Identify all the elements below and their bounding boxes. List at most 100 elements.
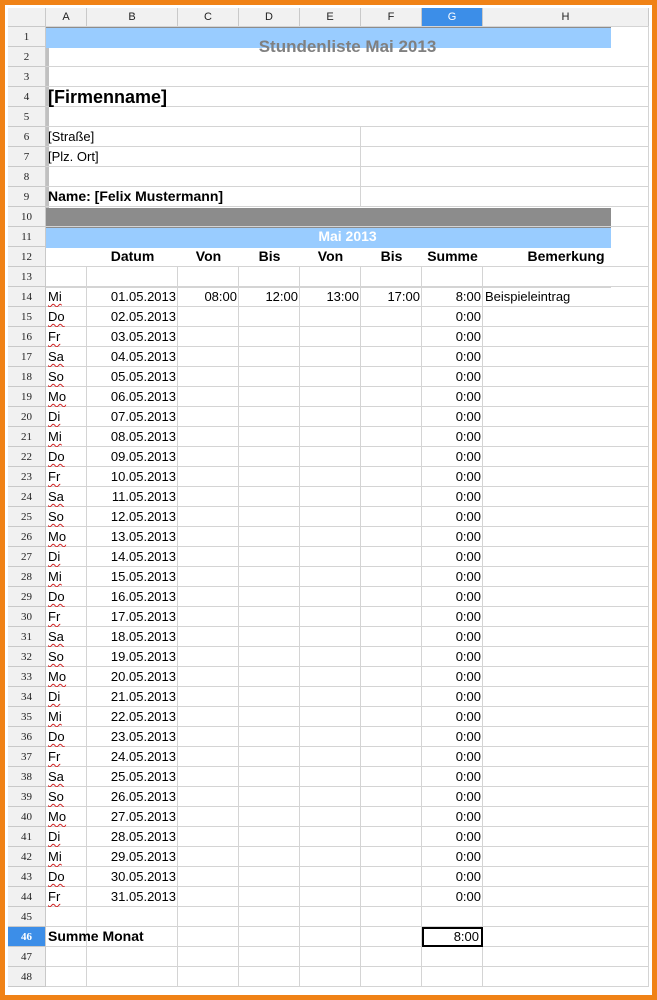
entry-date[interactable]: 18.05.2013: [87, 627, 178, 647]
row-header-8[interactable]: 8: [8, 167, 46, 187]
entry-day[interactable]: Mi: [46, 287, 87, 307]
row-header-18[interactable]: 18: [8, 367, 46, 387]
row-header-39[interactable]: 39: [8, 787, 46, 807]
entry-day[interactable]: So: [46, 367, 87, 387]
row-header-37[interactable]: 37: [8, 747, 46, 767]
entry-sum[interactable]: 8:00: [422, 287, 483, 307]
entry-day[interactable]: So: [46, 647, 87, 667]
row-header-13[interactable]: 13: [8, 267, 46, 287]
entry-sum[interactable]: 0:00: [422, 687, 483, 707]
entry-day[interactable]: Do: [46, 447, 87, 467]
entry-date[interactable]: 24.05.2013: [87, 747, 178, 767]
entry-date[interactable]: 25.05.2013: [87, 767, 178, 787]
street-field[interactable]: [Straße]: [46, 127, 422, 147]
entry-date[interactable]: 19.05.2013: [87, 647, 178, 667]
entry-date[interactable]: 08.05.2013: [87, 427, 178, 447]
entry-sum[interactable]: 0:00: [422, 787, 483, 807]
row-header-28[interactable]: 28: [8, 567, 46, 587]
entry-sum[interactable]: 0:00: [422, 427, 483, 447]
entry-sum[interactable]: 0:00: [422, 707, 483, 727]
entry-day[interactable]: Do: [46, 727, 87, 747]
row-header-9[interactable]: 9: [8, 187, 46, 207]
row-header-12[interactable]: 12: [8, 247, 46, 267]
row-header-7[interactable]: 7: [8, 147, 46, 167]
row-header-10[interactable]: 10: [8, 207, 46, 227]
row-header-19[interactable]: 19: [8, 387, 46, 407]
entry-sum[interactable]: 0:00: [422, 367, 483, 387]
entry-day[interactable]: Sa: [46, 487, 87, 507]
row-header-24[interactable]: 24: [8, 487, 46, 507]
row-header-42[interactable]: 42: [8, 847, 46, 867]
entry-sum[interactable]: 0:00: [422, 747, 483, 767]
entry-date[interactable]: 31.05.2013: [87, 887, 178, 907]
entry-date[interactable]: 17.05.2013: [87, 607, 178, 627]
entry-day[interactable]: Do: [46, 867, 87, 887]
entry-day[interactable]: Sa: [46, 627, 87, 647]
entry-date[interactable]: 27.05.2013: [87, 807, 178, 827]
entry-date[interactable]: 14.05.2013: [87, 547, 178, 567]
entry-sum[interactable]: 0:00: [422, 467, 483, 487]
entry-day[interactable]: Di: [46, 547, 87, 567]
row-header-34[interactable]: 34: [8, 687, 46, 707]
entry-bis1[interactable]: 12:00: [239, 287, 300, 307]
entry-day[interactable]: Di: [46, 827, 87, 847]
entry-date[interactable]: 30.05.2013: [87, 867, 178, 887]
row-header-31[interactable]: 31: [8, 627, 46, 647]
row-header-1[interactable]: 1: [8, 27, 46, 47]
entry-sum[interactable]: 0:00: [422, 387, 483, 407]
row-header-30[interactable]: 30: [8, 607, 46, 627]
row-header-35[interactable]: 35: [8, 707, 46, 727]
entry-sum[interactable]: 0:00: [422, 347, 483, 367]
entry-day[interactable]: Fr: [46, 747, 87, 767]
row-header-17[interactable]: 17: [8, 347, 46, 367]
row-header-14[interactable]: 14: [8, 287, 46, 307]
row-header-40[interactable]: 40: [8, 807, 46, 827]
entry-date[interactable]: 13.05.2013: [87, 527, 178, 547]
entry-sum[interactable]: 0:00: [422, 307, 483, 327]
entry-date[interactable]: 06.05.2013: [87, 387, 178, 407]
entry-day[interactable]: Mo: [46, 527, 87, 547]
entry-sum[interactable]: 0:00: [422, 807, 483, 827]
column-header-d[interactable]: D: [239, 8, 300, 27]
entry-date[interactable]: 15.05.2013: [87, 567, 178, 587]
entry-bis2[interactable]: 17:00: [361, 287, 422, 307]
entry-sum[interactable]: 0:00: [422, 547, 483, 567]
entry-day[interactable]: Sa: [46, 347, 87, 367]
entry-date[interactable]: 29.05.2013: [87, 847, 178, 867]
row-header-15[interactable]: 15: [8, 307, 46, 327]
row-header-41[interactable]: 41: [8, 827, 46, 847]
entry-date[interactable]: 16.05.2013: [87, 587, 178, 607]
total-value-selected-cell[interactable]: 8:00: [422, 927, 483, 947]
column-header-c[interactable]: C: [178, 8, 239, 27]
row-header-5[interactable]: 5: [8, 107, 46, 127]
entry-date[interactable]: 22.05.2013: [87, 707, 178, 727]
row-header-11[interactable]: 11: [8, 227, 46, 247]
entry-date[interactable]: 21.05.2013: [87, 687, 178, 707]
entry-sum[interactable]: 0:00: [422, 327, 483, 347]
row-header-3[interactable]: 3: [8, 67, 46, 87]
entry-date[interactable]: 11.05.2013: [87, 487, 178, 507]
row-header-2[interactable]: 2: [8, 47, 46, 67]
row-header-45[interactable]: 45: [8, 907, 46, 927]
entry-day[interactable]: Fr: [46, 467, 87, 487]
entry-von1[interactable]: 08:00: [178, 287, 239, 307]
row-header-23[interactable]: 23: [8, 467, 46, 487]
entry-day[interactable]: So: [46, 787, 87, 807]
row-header-32[interactable]: 32: [8, 647, 46, 667]
column-header-b[interactable]: B: [87, 8, 178, 27]
entry-day[interactable]: Mo: [46, 387, 87, 407]
company-name[interactable]: [Firmenname]: [46, 87, 649, 107]
entry-sum[interactable]: 0:00: [422, 627, 483, 647]
row-header-33[interactable]: 33: [8, 667, 46, 687]
row-header-46[interactable]: 46: [8, 927, 46, 947]
row-header-29[interactable]: 29: [8, 587, 46, 607]
entry-day[interactable]: Fr: [46, 887, 87, 907]
entry-sum[interactable]: 0:00: [422, 647, 483, 667]
row-header-38[interactable]: 38: [8, 767, 46, 787]
row-header-4[interactable]: 4: [8, 87, 46, 107]
entry-day[interactable]: Mi: [46, 847, 87, 867]
entry-sum[interactable]: 0:00: [422, 587, 483, 607]
entry-sum[interactable]: 0:00: [422, 447, 483, 467]
column-header-e[interactable]: E: [300, 8, 361, 27]
entry-date[interactable]: 03.05.2013: [87, 327, 178, 347]
